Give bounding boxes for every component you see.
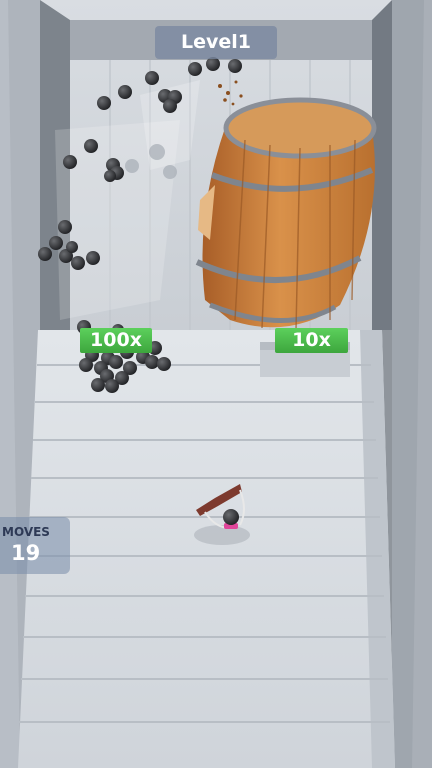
game-scene <box>0 0 432 768</box>
multiplier-tile-100x: 100x <box>80 328 152 353</box>
game-stage[interactable]: Level1 MOVES 19 100x 10x <box>0 0 432 768</box>
multiplier-tile-10x: 10x <box>275 328 348 353</box>
moves-panel: MOVES 19 <box>0 517 70 574</box>
moves-label: MOVES <box>2 525 50 539</box>
level-badge: Level1 <box>155 26 277 59</box>
moves-counter: 19 <box>11 541 41 565</box>
